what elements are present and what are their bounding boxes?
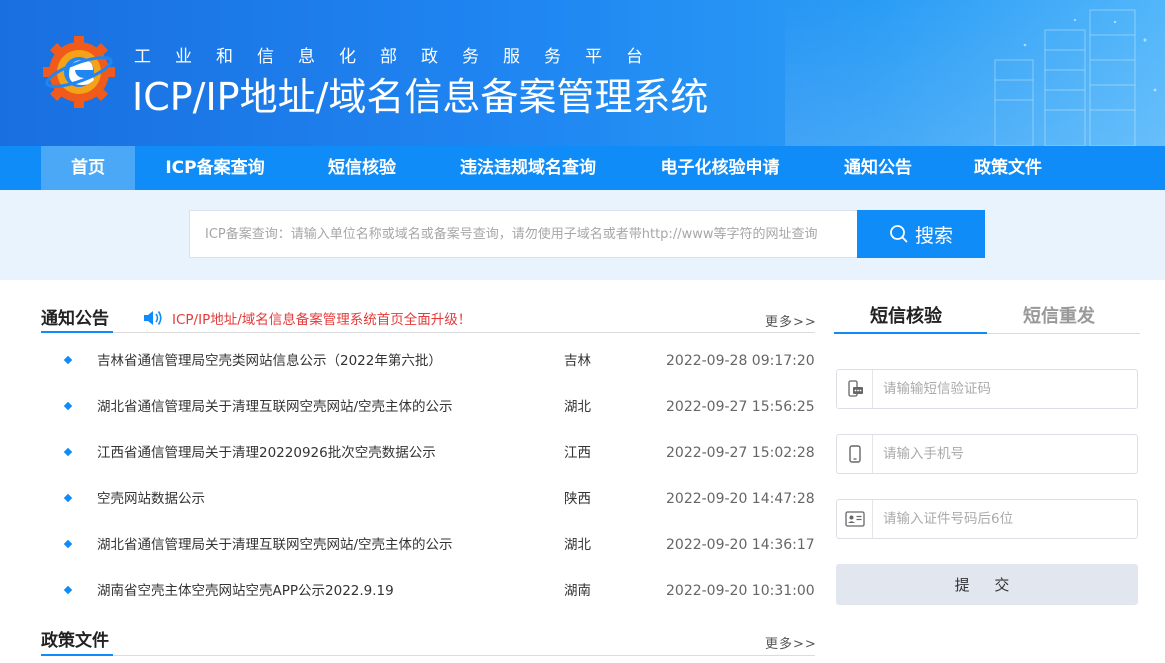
bullet-icon: [63, 355, 73, 365]
notice-row[interactable]: 湖北省通信管理局关于清理互联网空壳网站/空壳主体的公示 湖北 2022-09-2…: [60, 522, 820, 568]
id-number-field: [836, 499, 1138, 539]
bullet-icon: [63, 401, 73, 411]
notice-marquee[interactable]: ICP/IP地址/域名信息备案管理系统首页全面升级！: [142, 308, 471, 328]
nav-electronic-verify-apply[interactable]: 电子化核验申请: [645, 146, 795, 190]
notice-title[interactable]: 湖南省空壳主体空壳网站空壳APP公示2022.9.19: [97, 568, 394, 614]
notice-title[interactable]: 江西省通信管理局关于清理20220926批次空壳数据公示: [97, 430, 436, 476]
notice-time: 2022-09-27 15:56:25: [666, 399, 815, 415]
policy-divider: [41, 655, 815, 656]
notices-title-underline: [41, 331, 113, 333]
policy-more-link[interactable]: 更多>>: [765, 633, 817, 652]
notices-list: 吉林省通信管理局空壳类网站信息公示（2022年第六批） 吉林 2022-09-2…: [60, 338, 820, 614]
bullet-icon: [63, 447, 73, 457]
notices-more-link[interactable]: 更多>>: [765, 311, 817, 330]
notice-time: 2022-09-27 15:02:28: [666, 445, 815, 461]
phone-input[interactable]: [874, 435, 1134, 473]
platform-subtitle: 工业和信息化部政务服务平台: [134, 47, 667, 67]
notice-time: 2022-09-20 10:31:00: [666, 583, 815, 599]
notice-row[interactable]: 江西省通信管理局关于清理20220926批次空壳数据公示 江西 2022-09-…: [60, 430, 820, 476]
notices-title: 通知公告: [41, 309, 109, 329]
nav-sms-verify[interactable]: 短信核验: [310, 146, 414, 190]
tab-sms-resend[interactable]: 短信重发: [1023, 302, 1095, 328]
main-nav: 首页 ICP备案查询 短信核验 违法违规域名查询 电子化核验申请 通知公告 政策…: [0, 146, 1165, 190]
notice-region: 湖北: [564, 537, 591, 553]
notice-time: 2022-09-28 09:17:20: [666, 353, 815, 369]
notice-title[interactable]: 空壳网站数据公示: [97, 476, 205, 522]
notice-title[interactable]: 湖北省通信管理局关于清理互联网空壳网站/空壳主体的公示: [97, 384, 453, 430]
id-number-input[interactable]: [874, 500, 1134, 538]
search-button-label: 搜索: [914, 224, 953, 247]
notice-title[interactable]: 湖北省通信管理局关于清理互联网空壳网站/空壳主体的公示: [97, 522, 453, 568]
building-decoration-icon: [994, 9, 1157, 146]
notice-time: 2022-09-20 14:36:17: [666, 537, 815, 553]
phone-icon: [848, 445, 861, 463]
policy-title: 政策文件: [41, 631, 109, 651]
nav-home[interactable]: 首页: [41, 146, 135, 190]
notice-region: 陕西: [564, 491, 591, 507]
sms-active-tab-underline: [834, 332, 987, 334]
policy-title-underline: [41, 654, 113, 656]
notice-region: 湖南: [564, 583, 591, 599]
bullet-icon: [63, 539, 73, 549]
submit-button[interactable]: 提 交: [836, 564, 1138, 605]
notice-row[interactable]: 湖北省通信管理局关于清理互联网空壳网站/空壳主体的公示 湖北 2022-09-2…: [60, 384, 820, 430]
icp-search-input[interactable]: [189, 210, 857, 258]
notice-region: 江西: [564, 445, 591, 461]
system-title: ICP/IP地址/域名信息备案管理系统: [132, 75, 709, 119]
notice-row[interactable]: 吉林省通信管理局空壳类网站信息公示（2022年第六批） 吉林 2022-09-2…: [60, 338, 820, 384]
nav-notices[interactable]: 通知公告: [826, 146, 930, 190]
header-banner: 工业和信息化部政务服务平台 ICP/IP地址/域名信息备案管理系统: [0, 0, 1165, 146]
sms-code-input[interactable]: [874, 370, 1134, 408]
bullet-icon: [63, 585, 73, 595]
notice-region: 湖北: [564, 399, 591, 415]
phone-field: [836, 434, 1138, 474]
search-button[interactable]: 搜索: [857, 210, 985, 258]
notices-divider: [41, 332, 815, 333]
nav-icp-query[interactable]: ICP备案查询: [150, 146, 280, 190]
notice-region: 吉林: [564, 353, 591, 369]
bullet-icon: [63, 493, 73, 503]
speaker-icon: [144, 311, 162, 325]
sms-code-field: [836, 369, 1138, 409]
tab-sms-verify[interactable]: 短信核验: [870, 302, 942, 328]
sms-code-icon: [847, 380, 863, 397]
search-band: 搜索: [0, 190, 1165, 280]
notice-row[interactable]: 湖南省空壳主体空壳网站空壳APP公示2022.9.19 湖南 2022-09-2…: [60, 568, 820, 614]
notice-row[interactable]: 空壳网站数据公示 陕西 2022-09-20 14:47:28: [60, 476, 820, 522]
miit-logo-icon: [43, 36, 115, 108]
id-card-icon: [844, 511, 865, 527]
nav-illegal-domain-query[interactable]: 违法违规域名查询: [444, 146, 612, 190]
marquee-text: ICP/IP地址/域名信息备案管理系统首页全面升级！: [172, 312, 472, 328]
search-icon: [890, 225, 908, 243]
notice-time: 2022-09-20 14:47:28: [666, 491, 815, 507]
nav-policy-docs[interactable]: 政策文件: [956, 146, 1060, 190]
notice-title[interactable]: 吉林省通信管理局空壳类网站信息公示（2022年第六批）: [97, 338, 442, 384]
